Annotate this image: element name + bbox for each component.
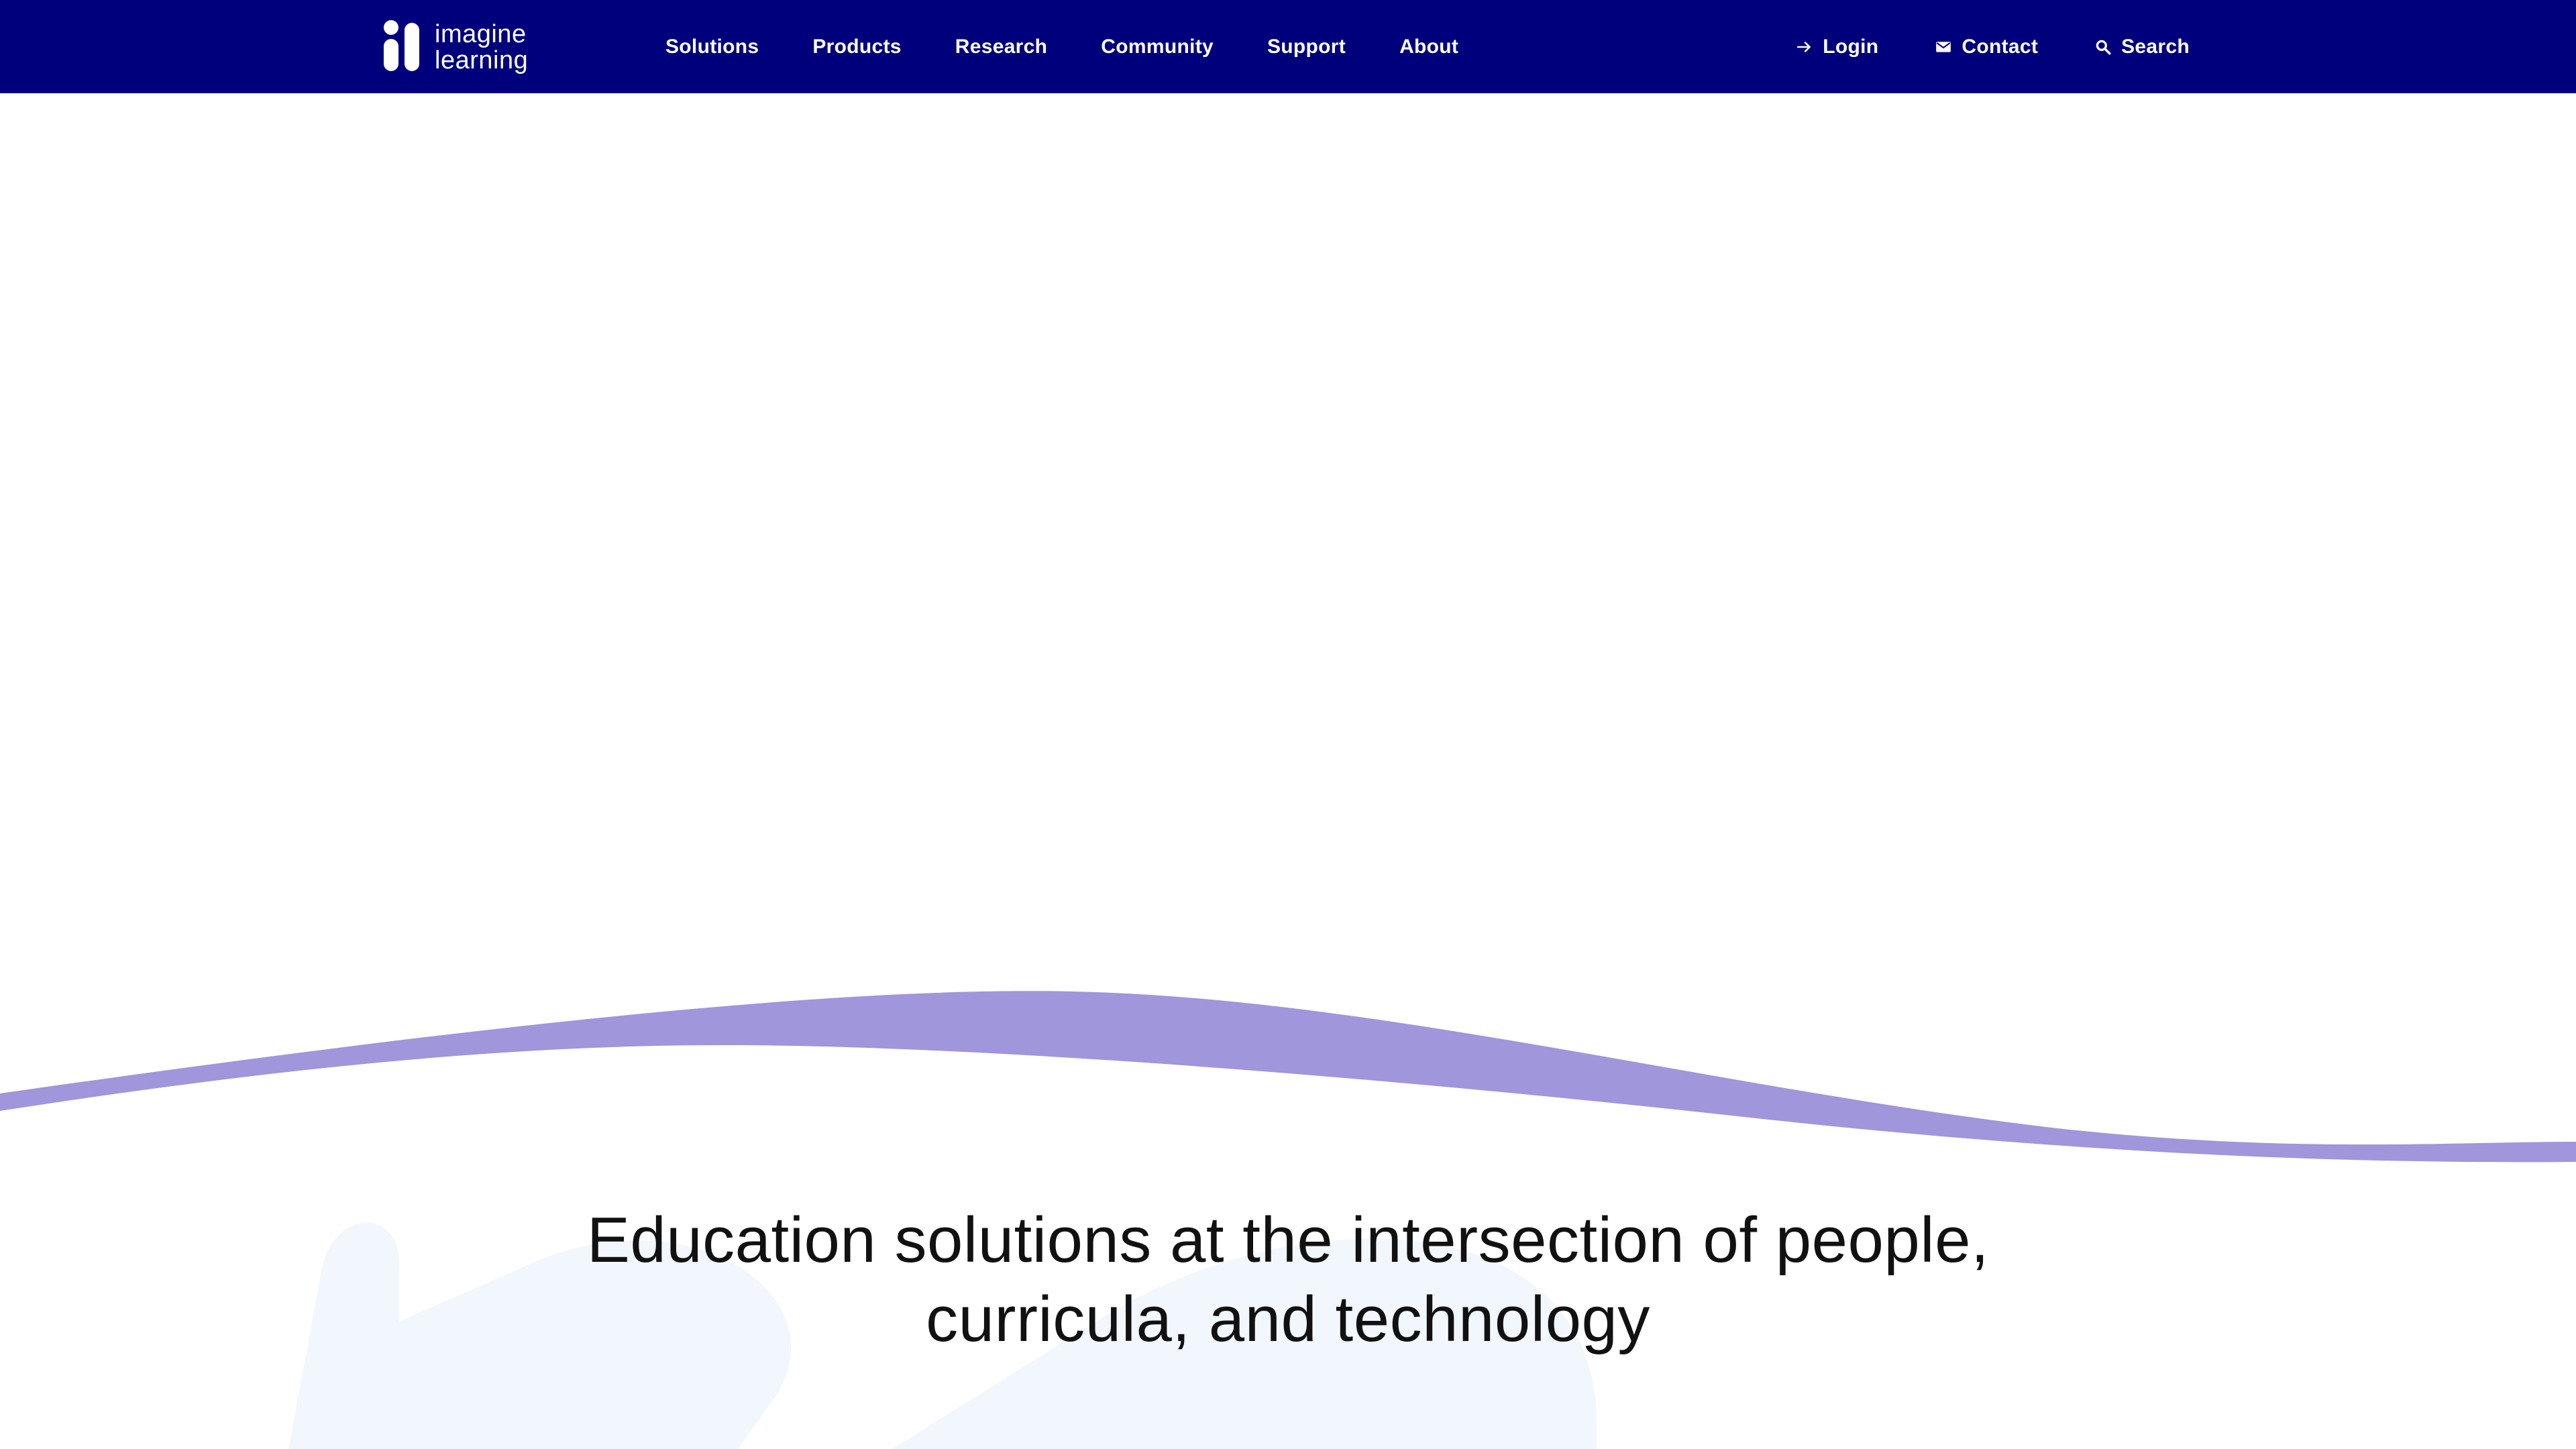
login-label: Login: [1823, 35, 1879, 58]
search-link[interactable]: Search: [2094, 36, 2190, 58]
logo-text: imagine learning: [435, 21, 528, 74]
logo-line-2: learning: [435, 46, 529, 74]
nav-products[interactable]: Products: [812, 36, 901, 58]
hero-line-1: Education solutions at the intersection …: [586, 1204, 1990, 1276]
decorative-wave: [0, 991, 2576, 1163]
nav-community[interactable]: Community: [1101, 36, 1214, 58]
logo-mark-icon: [384, 20, 421, 75]
top-navigation-bar: imagine learning Solutions Products Rese…: [0, 0, 2576, 93]
nav-research[interactable]: Research: [955, 36, 1048, 58]
nav-solutions[interactable]: Solutions: [665, 36, 759, 58]
logo-line-1: imagine: [435, 20, 527, 48]
utility-menu: Login Contact Search: [1739, 0, 2190, 93]
search-icon: [2096, 40, 2111, 54]
contact-label: Contact: [1962, 35, 2039, 58]
arrow-right-icon: [1797, 41, 1811, 52]
main-menu: Solutions Products Research Community Su…: [665, 0, 1512, 93]
login-link[interactable]: Login: [1796, 36, 1878, 58]
search-label: Search: [2121, 35, 2190, 58]
nav-support[interactable]: Support: [1267, 36, 1346, 58]
hero-line-2: curricula, and technology: [926, 1283, 1650, 1355]
hero-heading: Education solutions at the intersection …: [0, 1201, 2576, 1359]
nav-about[interactable]: About: [1399, 36, 1458, 58]
mail-icon: [1936, 41, 1951, 52]
imagine-learning-logo[interactable]: imagine learning: [384, 20, 528, 75]
contact-link[interactable]: Contact: [1935, 36, 2038, 58]
